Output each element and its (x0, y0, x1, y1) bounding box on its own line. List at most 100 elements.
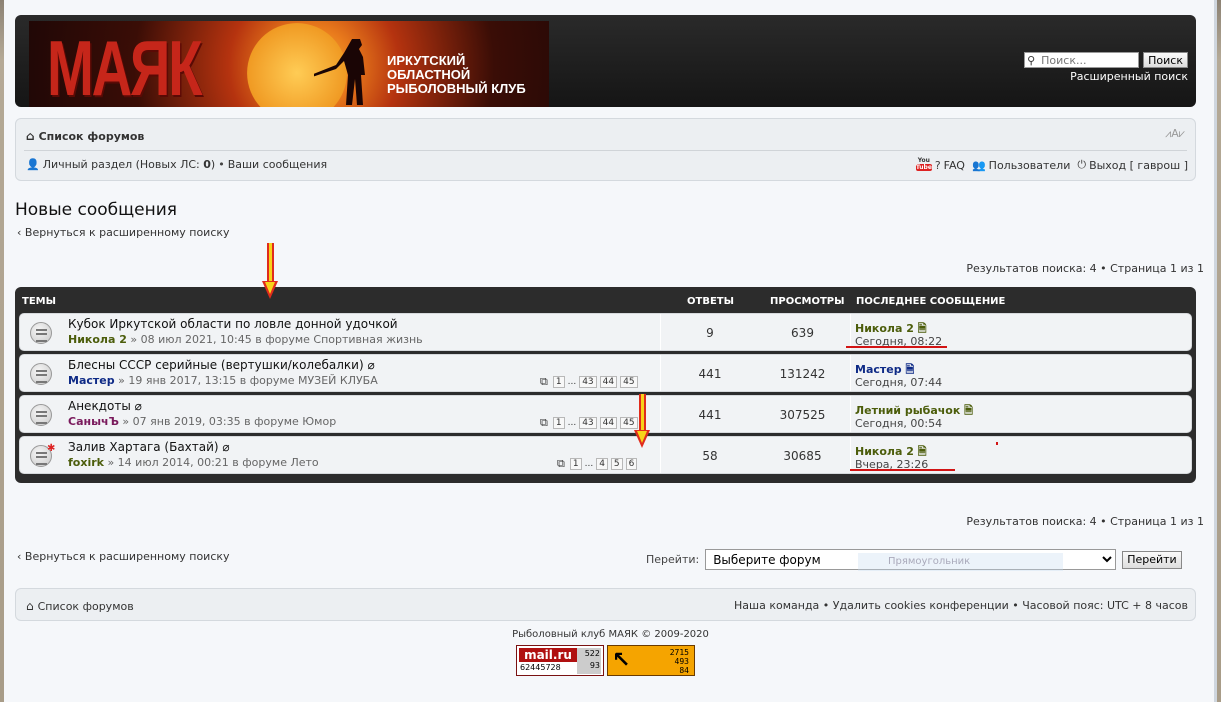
topic-meta: Мастер » 19 янв 2017, 13:15 в форуме МУЗ… (68, 374, 378, 387)
back-to-search-link-top[interactable]: ‹ Вернуться к расширенному поиску (17, 226, 230, 239)
forum-list-link[interactable]: Список форумов (39, 130, 145, 143)
site-banner[interactable]: МАЯК ИРКУТСКИЙ ОБЛАСТНОЙ РЫБОЛОВНЫЙ КЛУБ (29, 21, 549, 107)
pages-icon: ⧉ (540, 375, 548, 388)
page-link[interactable]: 1 (552, 376, 565, 388)
annotation-underline (846, 346, 947, 348)
topic-title[interactable]: Анекдоты ⌀ (68, 399, 142, 413)
topic-read-icon (30, 404, 52, 426)
views-count: 307525 (779, 408, 826, 422)
topic-author[interactable]: Мастер (68, 374, 115, 387)
topic-author[interactable]: Никола 2 (68, 333, 127, 346)
column-divider (850, 396, 851, 432)
topic-info: » 07 янв 2019, 03:35 в форуме Юмор (118, 415, 337, 428)
chevron-left-icon: ‹ (17, 550, 22, 563)
users-link[interactable]: Пользователи (989, 159, 1071, 172)
pagination: ⧉ 1 ... 43 44 45 (540, 375, 638, 389)
topic-meta: Никола 2 » 08 июл 2021, 10:45 в форуме С… (68, 333, 423, 346)
topic-title[interactable]: Залив Хартага (Бахтай) ⌀ (68, 440, 230, 454)
mailru-stat-b: 93 (589, 661, 600, 670)
view-latest-post-icon[interactable]: 🗎 (964, 404, 973, 417)
views-count: 639 (791, 326, 814, 340)
li-stat-a: 2715 (669, 648, 689, 657)
view-latest-post-icon[interactable]: 🗎 (905, 363, 914, 376)
page-link[interactable]: 6 (625, 458, 638, 470)
header-replies: ОТВЕТЫ (687, 296, 734, 307)
page-link[interactable]: 1 (552, 417, 565, 429)
font-size-control[interactable]: ⩘A⩗ (1165, 127, 1185, 141)
topic-row[interactable]: Блесны СССР серийные (вертушки/колебалки… (19, 354, 1192, 392)
topic-author[interactable]: СанычЪ (68, 415, 119, 428)
topic-info: » 08 июл 2021, 10:45 в форуме Спортивная… (126, 333, 423, 346)
mailru-stat-a: 522 (584, 649, 600, 658)
topic-row[interactable]: ✱ Залив Хартага (Бахтай) ⌀ foxirk » 14 и… (19, 436, 1192, 474)
mailru-counter[interactable]: mail.ru 62445728 522 93 (516, 645, 604, 676)
advanced-search-link[interactable]: Расширенный поиск (1070, 70, 1188, 83)
page-link[interactable]: 1 (569, 458, 582, 470)
nav-bar: ⌂ Список форумов ⩘A⩗ 👤 Личный раздел (Но… (15, 118, 1196, 181)
page-link[interactable]: 43 (579, 417, 597, 429)
view-latest-post-icon[interactable]: 🗎 (918, 445, 927, 458)
club-name-line1: ИРКУТСКИЙ ОБЛАСТНОЙ (387, 53, 471, 82)
topic-row[interactable]: Кубок Иркутской области по ловле донной … (19, 313, 1192, 351)
annotation-arrow-down-icon (262, 243, 278, 299)
last-post-time: Сегодня, 00:54 (855, 417, 943, 430)
youtube-icon-top: You (917, 157, 930, 164)
replies-count: 441 (698, 408, 722, 422)
column-divider (660, 437, 661, 473)
footer-links[interactable]: Наша команда • Удалить cookies конференц… (734, 599, 1188, 612)
topic-title[interactable]: Кубок Иркутской области по ловле донной … (68, 317, 398, 331)
private-section-link[interactable]: Личный раздел (Новых ЛС: 0) (43, 158, 216, 171)
logout-link[interactable]: Выход [ гаврош ] (1089, 159, 1188, 172)
topic-read-icon (30, 363, 52, 385)
mailru-logo: mail.ru (519, 648, 577, 662)
page-link[interactable]: 44 (599, 376, 618, 388)
user-icon: 👤 (26, 158, 40, 171)
column-divider (660, 355, 661, 391)
bullet: • (218, 158, 225, 171)
column-divider (660, 396, 661, 432)
footer-forum-list-link[interactable]: Список форумов (38, 600, 134, 613)
search-box: ⚲ Поиск (1024, 52, 1188, 68)
copyright: Рыболовный клуб МАЯК © 2009-2020 (512, 629, 709, 640)
liveinternet-counter[interactable]: ↖ 2715 493 84 (607, 645, 695, 676)
page-link[interactable]: 45 (620, 376, 638, 388)
results-count-top: Результатов поиска: 4 • Страница 1 из 1 (966, 262, 1204, 275)
page-link[interactable]: 5 (610, 458, 623, 470)
last-post-time: Сегодня, 07:44 (855, 376, 943, 389)
back-to-search-link-bottom[interactable]: ‹ Вернуться к расширенному поиску (17, 550, 230, 563)
results-count-bottom: Результатов поиска: 4 • Страница 1 из 1 (966, 515, 1204, 528)
youtube-icon-bottom: Tube (915, 164, 932, 171)
nav-right-links: You Tube ? FAQ 👥 Пользователи ⏻ Выход [ г… (915, 157, 1188, 173)
topic-meta: foxirk » 14 июл 2014, 00:21 в форуме Лет… (68, 456, 319, 469)
search-button[interactable]: Поиск (1143, 52, 1188, 68)
li-stat-c: 84 (679, 666, 689, 675)
nav-divider (24, 150, 1187, 151)
header-last-post: ПОСЛЕДНЕЕ СООБЩЕНИЕ (856, 296, 1006, 307)
topic-author[interactable]: foxirk (68, 456, 104, 469)
last-post-author-name: Никола 2 (855, 445, 914, 458)
club-name: ИРКУТСКИЙ ОБЛАСТНОЙ РЫБОЛОВНЫЙ КЛУБ (387, 54, 549, 96)
search-input[interactable] (1024, 52, 1140, 68)
page-link[interactable]: 43 (579, 376, 597, 388)
home-icon: ⌂ (26, 129, 35, 143)
topic-row[interactable]: Анекдоты ⌀ СанычЪ » 07 янв 2019, 03:35 в… (19, 395, 1192, 433)
table-header: ТЕМЫ ОТВЕТЫ ПРОСМОТРЫ ПОСЛЕДНЕЕ СООБЩЕНИ… (15, 296, 1196, 310)
li-stat-b: 493 (674, 657, 689, 666)
last-post-author-name: Мастер (855, 363, 902, 376)
your-posts-link[interactable]: Ваши сообщения (228, 158, 327, 171)
private-section-label: Личный раздел (Новых ЛС: (42, 158, 204, 171)
page-link[interactable]: 44 (599, 417, 618, 429)
pagination: ⧉ 1 ... 43 44 45 (540, 416, 638, 430)
column-divider (850, 437, 851, 473)
view-latest-post-icon[interactable]: 🗎 (918, 322, 927, 335)
last-post-author-name: Летний рыбачок (855, 404, 961, 417)
last-post-author-name: Никола 2 (855, 322, 914, 335)
jump-button[interactable]: Перейти (1122, 550, 1182, 569)
site-header: МАЯК ИРКУТСКИЙ ОБЛАСТНОЙ РЫБОЛОВНЫЙ КЛУБ… (15, 15, 1196, 107)
youtube-icon[interactable]: You Tube (915, 157, 932, 173)
page-link[interactable]: 4 (596, 458, 608, 470)
topic-title[interactable]: Блесны СССР серийные (вертушки/колебалки… (68, 358, 375, 372)
private-section-close: ) (210, 158, 216, 171)
faq-link[interactable]: FAQ (944, 159, 965, 172)
topic-info: » 19 янв 2017, 13:15 в форуме МУЗЕЙ КЛУБ… (114, 374, 378, 387)
